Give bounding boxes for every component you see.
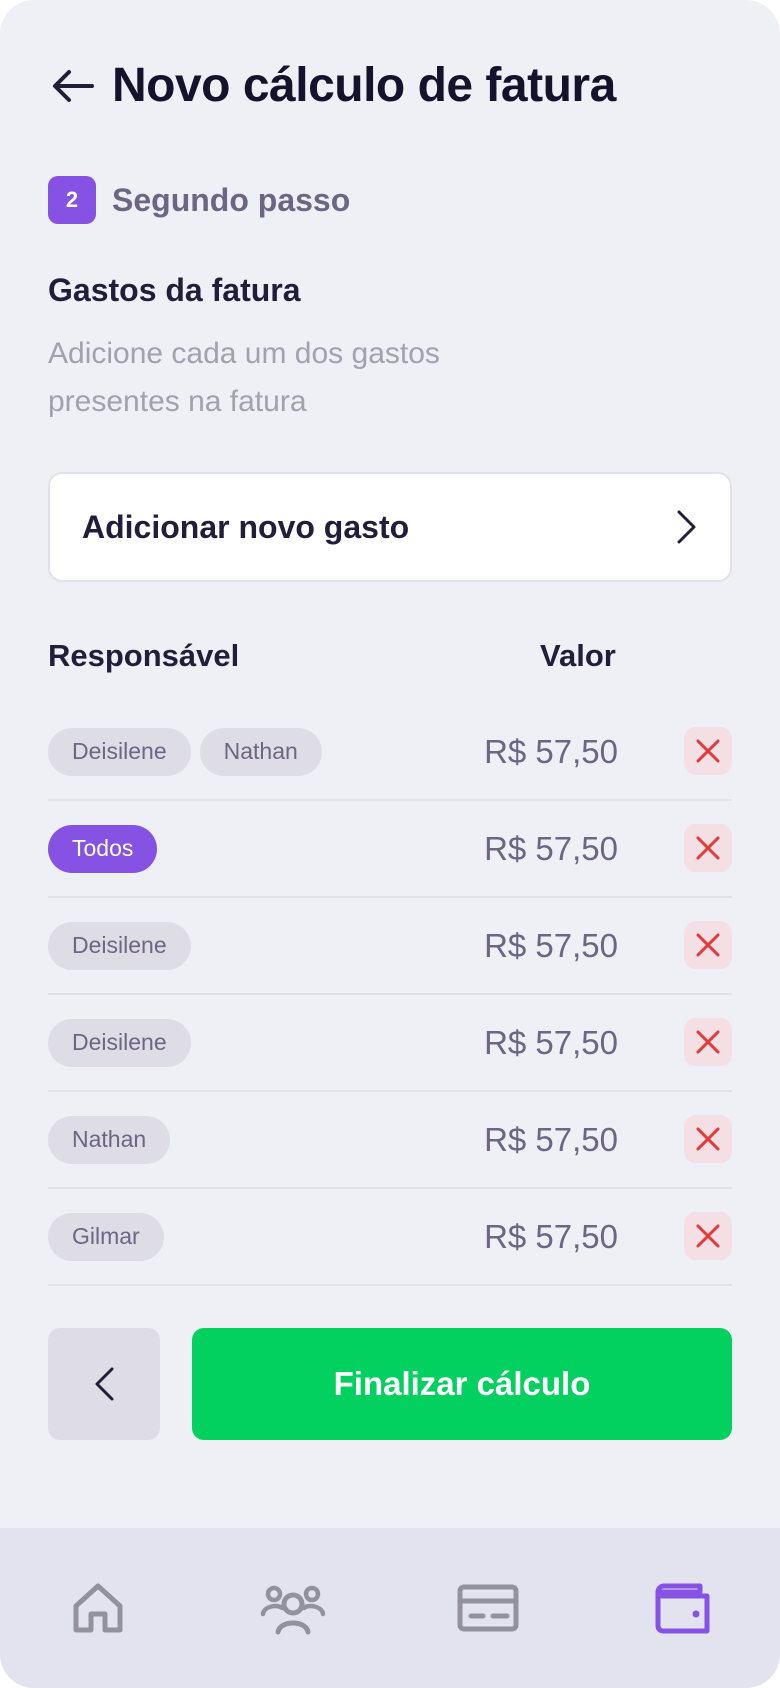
delete-expense-button[interactable]: [684, 727, 732, 775]
person-chip[interactable]: Gilmar: [48, 1212, 164, 1261]
add-expense-label: Adicionar novo gasto: [82, 508, 410, 545]
responsible-chips: Deisilene: [48, 1018, 200, 1067]
page-title: Novo cálculo de fatura: [112, 59, 616, 112]
delete-expense-button[interactable]: [684, 824, 732, 872]
column-header-value: Valor: [540, 638, 616, 673]
expense-value: R$ 57,50: [484, 1120, 618, 1158]
expense-value: R$ 57,50: [484, 732, 618, 770]
expense-list: Deisilene Nathan R$ 57,50 Todos R$ 57,50…: [48, 704, 732, 1286]
close-icon: [696, 1224, 720, 1248]
close-icon: [696, 933, 720, 957]
close-icon: [696, 1127, 720, 1151]
person-chip[interactable]: Deisilene: [48, 1018, 191, 1067]
delete-expense-button[interactable]: [684, 1212, 732, 1260]
delete-expense-button[interactable]: [684, 921, 732, 969]
expense-value: R$ 57,50: [484, 1217, 618, 1255]
person-chip[interactable]: Nathan: [48, 1115, 171, 1164]
step-label: Segundo passo: [112, 181, 351, 218]
expense-row: Nathan R$ 57,50: [48, 1092, 732, 1189]
step-indicator: 2 Segundo passo: [48, 176, 350, 224]
nav-item-home[interactable]: [58, 1568, 138, 1648]
arrow-left-icon: [53, 69, 94, 102]
previous-step-button[interactable]: [48, 1328, 160, 1440]
add-expense-button[interactable]: Adicionar novo gasto: [48, 472, 732, 582]
person-chip[interactable]: Nathan: [199, 727, 322, 776]
close-icon: [696, 836, 720, 860]
step-number-badge: 2: [48, 176, 96, 224]
section-description: Adicione cada um dos gastos presentes na…: [48, 337, 440, 418]
section-title: Gastos da fatura: [48, 272, 301, 308]
expense-value: R$ 57,50: [484, 926, 618, 964]
finish-calculation-button[interactable]: Finalizar cálculo: [192, 1328, 732, 1440]
delete-expense-button[interactable]: [684, 1115, 732, 1163]
all-people-chip[interactable]: Todos: [48, 824, 158, 873]
responsible-chips: Deisilene Nathan: [48, 727, 331, 776]
responsible-chips: Nathan: [48, 1115, 179, 1164]
screen: Novo cálculo de fatura 2 Segundo passo G…: [0, 0, 780, 1688]
nav-item-groups[interactable]: [253, 1568, 333, 1648]
expense-row: Todos R$ 57,50: [48, 801, 732, 898]
person-chip[interactable]: Deisilene: [48, 727, 191, 776]
expense-value: R$ 57,50: [484, 829, 618, 867]
responsible-chips: Todos: [48, 824, 166, 873]
nav-item-wallet[interactable]: [643, 1568, 723, 1648]
chevron-right-icon: [677, 510, 696, 544]
close-icon: [696, 1030, 720, 1054]
bottom-navigation: [0, 1528, 780, 1688]
expense-row: Deisilene R$ 57,50: [48, 898, 732, 995]
person-chip[interactable]: Deisilene: [48, 921, 191, 970]
expense-row: Deisilene R$ 57,50: [48, 995, 732, 1092]
wallet-icon: [655, 1583, 709, 1634]
delete-expense-button[interactable]: [684, 1018, 732, 1066]
expense-value: R$ 57,50: [484, 1023, 618, 1061]
column-header-responsible: Responsável: [48, 638, 240, 673]
header: Novo cálculo de fatura: [48, 58, 616, 113]
footer-actions: Finalizar cálculo: [48, 1328, 732, 1440]
close-icon: [696, 739, 720, 763]
responsible-chips: Gilmar: [48, 1212, 173, 1261]
expense-row: Gilmar R$ 57,50: [48, 1189, 732, 1286]
card-icon: [457, 1584, 518, 1632]
home-icon: [73, 1583, 122, 1633]
responsible-chips: Deisilene: [48, 921, 200, 970]
nav-item-cards[interactable]: [448, 1568, 528, 1648]
back-button[interactable]: [48, 61, 98, 111]
expense-row: Deisilene Nathan R$ 57,50: [48, 704, 732, 801]
chevron-left-icon: [95, 1367, 114, 1401]
group-icon: [260, 1585, 325, 1635]
